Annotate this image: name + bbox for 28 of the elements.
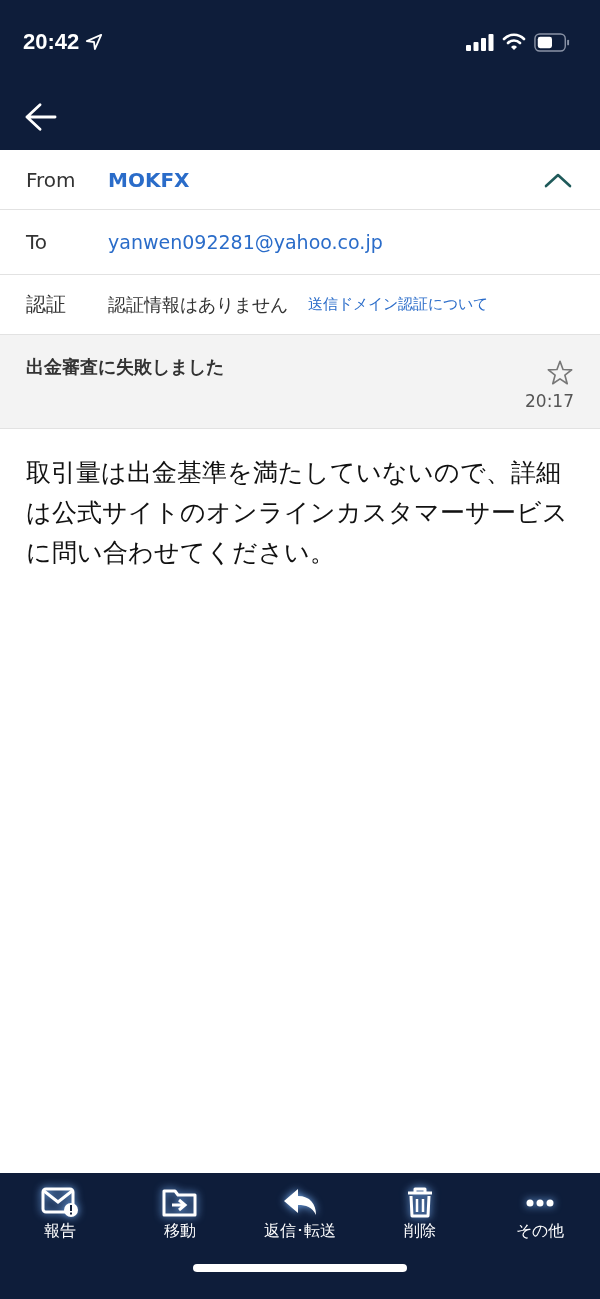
toolbar-button[interactable]: 返信･転送 xyxy=(245,1185,355,1242)
field-label: From xyxy=(26,167,77,192)
envelope-warning-icon xyxy=(41,1187,78,1217)
trash-icon xyxy=(406,1187,434,1218)
star-button[interactable] xyxy=(546,359,574,387)
toolbar-button[interactable]: 削除 xyxy=(365,1185,475,1242)
wifi-icon xyxy=(502,33,526,51)
message-body: 取引量は出金基準を満たしていないので、詳細は公式サイトのオンラインカスタマーサービスに問い合わせてください。 xyxy=(26,457,569,569)
toolbar-button[interactable]: その他 xyxy=(485,1185,595,1242)
reply-arrow-icon xyxy=(284,1189,316,1215)
location-arrow-icon xyxy=(85,33,104,51)
field-label: 認証 xyxy=(26,291,67,318)
auth-status: 認証情報はありません xyxy=(108,292,288,317)
clock-time: 20:42 xyxy=(23,29,80,55)
collapse-button[interactable] xyxy=(544,171,572,188)
subject-title: 出金審査に失敗しました xyxy=(26,355,224,379)
more-icon xyxy=(526,1199,554,1207)
received-time: 20:17 xyxy=(525,391,574,411)
folder-arrow-icon xyxy=(162,1189,197,1217)
recipient-address[interactable]: yanwen092281@yahoo.co.jp xyxy=(108,231,383,253)
toolbar-button[interactable]: 移動 xyxy=(125,1185,235,1242)
battery-icon xyxy=(534,32,570,52)
toolbar-button[interactable]: 報告 xyxy=(5,1185,115,1242)
sender-name[interactable]: MOKFX xyxy=(108,167,190,192)
signal-icon xyxy=(466,33,494,51)
field-label: To xyxy=(26,230,49,254)
auth-info-link[interactable]: 送信ドメイン認証について xyxy=(308,295,488,314)
back-button[interactable] xyxy=(24,102,58,132)
